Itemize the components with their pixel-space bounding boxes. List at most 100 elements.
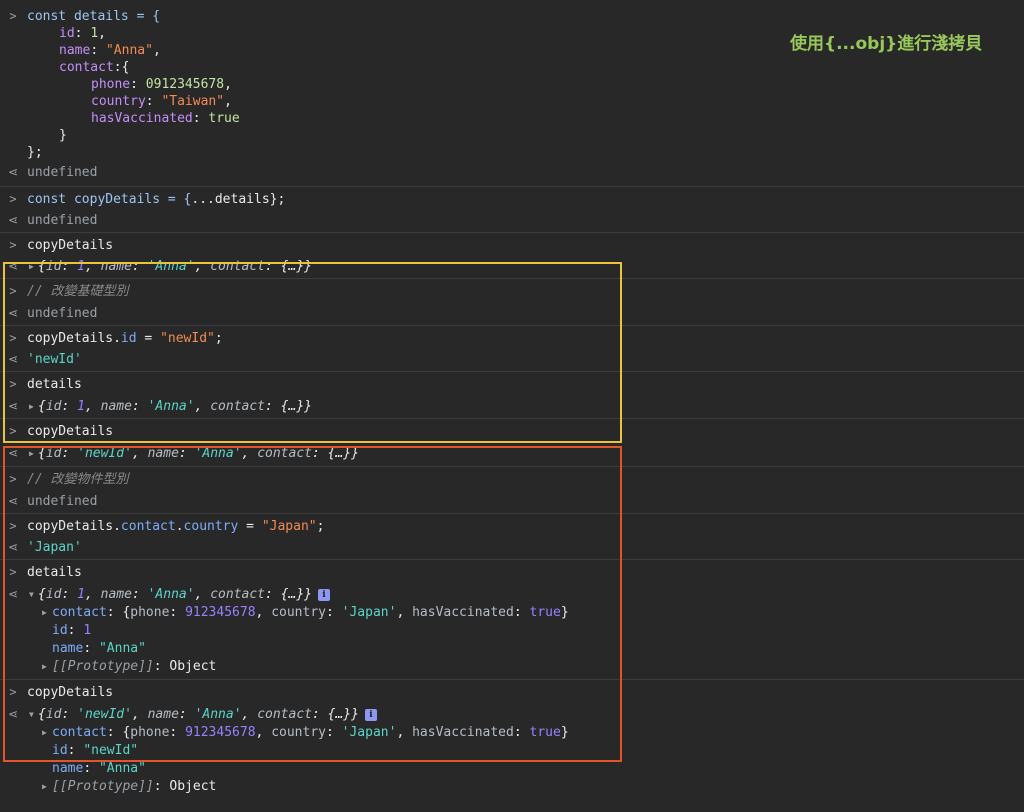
brace: }	[304, 587, 312, 602]
code-text: };	[27, 145, 43, 160]
code-text: :	[145, 94, 162, 109]
object-key: id	[52, 623, 68, 638]
preview-key: contact	[210, 587, 266, 602]
preview-string: 'Anna'	[194, 446, 242, 461]
prompt-chevron-icon: >	[9, 519, 17, 533]
preview-string: 'newId'	[77, 707, 132, 722]
expand-triangle-icon[interactable]: ▶	[29, 398, 34, 415]
bool-value: true	[208, 111, 240, 126]
return-chevron-icon: ⋖	[7, 494, 19, 508]
expand-triangle-icon[interactable]: ▶	[42, 778, 47, 795]
string-value: "Anna"	[105, 43, 153, 58]
input-text: copyDetails	[27, 685, 114, 700]
prop-id: id	[120, 331, 137, 346]
preview-key: name	[100, 587, 132, 602]
console-entry-comment-object[interactable]: > // 改變物件型別 ⋖ undefined	[0, 467, 1024, 514]
preview-key: contact	[257, 446, 312, 461]
expand-triangle-icon[interactable]: ▶	[29, 258, 34, 275]
preview-key: phone	[130, 725, 170, 740]
console-entry-comment-primitive[interactable]: > // 改變基礎型別 ⋖ undefined	[0, 279, 1024, 326]
preview-string: 'Japan'	[341, 725, 397, 740]
expand-triangle-icon[interactable]: ▶	[42, 604, 47, 621]
input-text: copyDetails	[27, 238, 114, 253]
result-string: 'Japan'	[27, 540, 82, 555]
prop-hasvaccinated: hasVaccinated	[91, 111, 193, 126]
return-chevron-icon: ⋖	[7, 352, 19, 366]
object-key: contact	[52, 725, 107, 740]
preview-key: phone	[130, 605, 170, 620]
preview-number: 1	[77, 587, 85, 602]
prototype-value: Object	[169, 659, 217, 674]
code-text: copyDetails.	[27, 331, 121, 346]
console-entry-assign-id[interactable]: > copyDetails.id = "newId"; ⋖ 'newId'	[0, 326, 1024, 372]
result-undefined: undefined	[27, 165, 98, 180]
expand-triangle-icon[interactable]: ▶	[29, 445, 34, 462]
console-entry-copydetails[interactable]: > copyDetails ⋖ ▶ {id: 'newId', name: 'Ann…	[0, 419, 1024, 467]
brace: }	[304, 259, 312, 274]
prop-contact: contact	[59, 60, 114, 75]
brace: }	[560, 605, 569, 620]
input-text: details	[27, 377, 82, 392]
keyword-const: const	[27, 9, 67, 24]
prompt-chevron-icon: >	[9, 377, 17, 391]
comment-text: // 改變物件型別	[27, 472, 129, 487]
return-chevron-icon: ⋖	[7, 259, 19, 273]
prompt-chevron-icon: >	[9, 284, 17, 298]
expand-triangle-icon[interactable]: ▶	[42, 724, 47, 741]
comment-text: // 改變基礎型別	[27, 284, 129, 299]
preview-object: {…}	[280, 259, 305, 274]
object-key: contact	[52, 605, 107, 620]
preview-key: contact	[257, 707, 312, 722]
prop-contact: contact	[120, 519, 176, 534]
brace: {	[38, 399, 46, 414]
preview-key: id	[45, 587, 62, 602]
preview-string: 'Anna'	[147, 259, 195, 274]
code-text: :{	[113, 60, 130, 75]
code-text: :	[192, 111, 209, 126]
preview-key: name	[100, 399, 132, 414]
return-chevron-icon: ⋖	[7, 306, 19, 320]
code-text: .	[175, 519, 184, 534]
console-entry-details[interactable]: > details ⋖ ▶ {id: 1, name: 'Anna', contac…	[0, 372, 1024, 419]
preview-object: {…}	[280, 587, 305, 602]
string-value: "newId"	[83, 743, 139, 758]
result-undefined: undefined	[27, 213, 98, 228]
preview-key: contact	[210, 259, 266, 274]
return-chevron-icon: ⋖	[7, 213, 19, 227]
brace: }	[351, 446, 359, 461]
code-text: copyDetails.	[27, 519, 121, 534]
collapse-triangle-icon[interactable]: ▼	[29, 586, 34, 603]
info-icon[interactable]: i	[317, 588, 330, 601]
prompt-chevron-icon: >	[9, 424, 17, 438]
collapse-triangle-icon[interactable]: ▼	[29, 706, 34, 723]
preview-key: contact	[210, 399, 266, 414]
preview-object: {…}	[280, 399, 305, 414]
return-chevron-icon: ⋖	[7, 446, 19, 460]
code-text: ,	[152, 43, 161, 58]
console-entry-copy-declaration[interactable]: > const copyDetails = {...details}; ⋖ und…	[0, 187, 1024, 233]
prop-name: name	[59, 43, 91, 58]
string-value: "Japan"	[261, 519, 317, 534]
expand-triangle-icon[interactable]: ▶	[42, 658, 47, 675]
prop-country: country	[91, 94, 146, 109]
num-value: 0912345678	[145, 77, 225, 92]
brace: {	[38, 707, 46, 722]
string-value: "newId"	[160, 331, 215, 346]
console-entry-copydetails-expanded[interactable]: > copyDetails ⋖ ▼ {id: 'newId', name: 'Ann…	[0, 680, 1024, 799]
preview-number: 1	[77, 399, 85, 414]
return-chevron-icon: ⋖	[7, 587, 19, 601]
input-text: copyDetails	[27, 424, 114, 439]
preview-key: id	[45, 446, 62, 461]
code-text: ,	[224, 94, 232, 109]
preview-key: id	[45, 707, 62, 722]
return-chevron-icon: ⋖	[7, 399, 19, 413]
prompt-chevron-icon: >	[9, 685, 17, 699]
info-icon[interactable]: i	[364, 708, 377, 721]
preview-string: 'Anna'	[147, 587, 195, 602]
brace: {	[38, 259, 46, 274]
brace: }	[560, 725, 569, 740]
console-entry-assign-country[interactable]: > copyDetails.contact.country = "Japan";…	[0, 514, 1024, 560]
return-chevron-icon: ⋖	[7, 707, 19, 721]
console-entry-copydetails[interactable]: > copyDetails ⋖ ▶ {id: 1, name: 'Anna', co…	[0, 233, 1024, 279]
console-entry-details-expanded[interactable]: > details ⋖ ▼ {id: 1, name: 'Anna', contac…	[0, 560, 1024, 680]
